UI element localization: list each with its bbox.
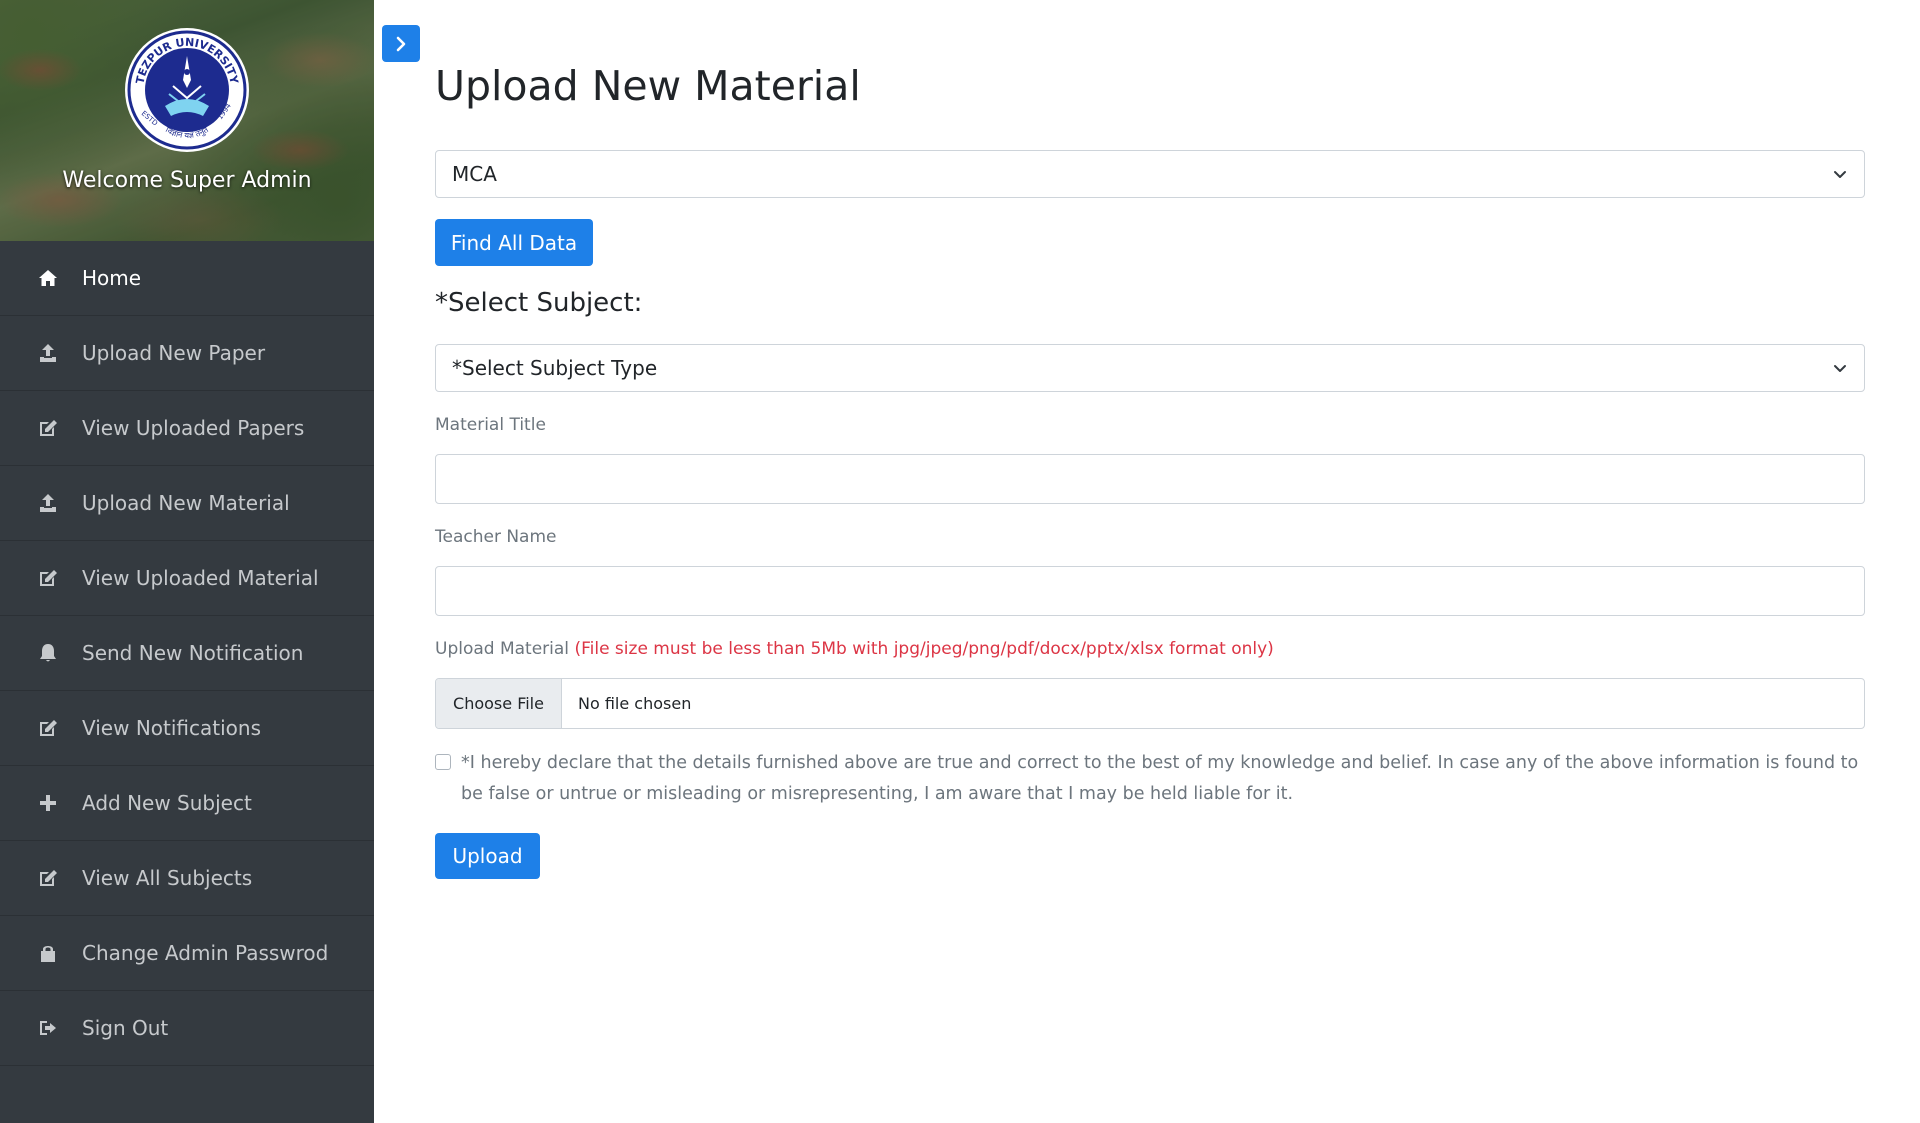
file-size-warning: (File size must be less than 5Mb with jp… (574, 639, 1274, 659)
upload-material-label-text: Upload Material (435, 639, 570, 659)
choose-file-button[interactable]: Choose File (436, 679, 562, 728)
sidebar-header: TEZPUR UNIVERSITY विज्ञान यज्ञं तनुते ES… (0, 0, 374, 241)
chevron-down-icon (1834, 365, 1846, 372)
sidebar-item-upload-new-material[interactable]: Upload New Material (0, 466, 374, 541)
sidebar-item-upload-new-paper[interactable]: Upload New Paper (0, 316, 374, 391)
subject-type-select[interactable]: *Select Subject Type (435, 344, 1865, 392)
sidebar-toggle-button[interactable] (382, 25, 420, 62)
upload-icon (37, 342, 59, 364)
edit-icon (37, 567, 59, 589)
course-select[interactable]: MCA (435, 150, 1865, 198)
sidebar-item-label: Upload New Paper (82, 341, 266, 365)
sidebar-item-add-new-subject[interactable]: Add New Subject (0, 766, 374, 841)
select-subject-heading: *Select Subject: (435, 288, 643, 318)
declaration-checkbox[interactable] (435, 754, 451, 770)
sidebar-item-label: Upload New Material (82, 491, 290, 515)
sidebar-item-label: View All Subjects (82, 866, 253, 890)
edit-icon (37, 417, 59, 439)
page-title: Upload New Material (435, 62, 861, 110)
subject-type-select-value: *Select Subject Type (452, 356, 658, 380)
sidebar-item-view-uploaded-papers[interactable]: View Uploaded Papers (0, 391, 374, 466)
welcome-message: Welcome Super Admin (62, 168, 312, 193)
find-all-data-button[interactable]: Find All Data (435, 219, 593, 266)
bell-icon (37, 642, 59, 664)
upload-button[interactable]: Upload (435, 833, 540, 879)
chevron-down-icon (1834, 171, 1846, 178)
upload-icon (37, 492, 59, 514)
sidebar-item-label: Sign Out (82, 1016, 169, 1040)
sidebar-item-change-admin-password[interactable]: Change Admin Passwrod (0, 916, 374, 991)
teacher-name-input[interactable] (435, 566, 1865, 616)
plus-icon (37, 792, 59, 814)
course-select-value: MCA (452, 162, 497, 186)
sidebar-item-label: Add New Subject (82, 791, 252, 815)
upload-material-label: Upload Material (File size must be less … (435, 639, 1274, 659)
sign-out-icon (37, 1017, 59, 1039)
sidebar-item-label: Send New Notification (82, 641, 304, 665)
sidebar: TEZPUR UNIVERSITY विज्ञान यज्ञं तनुते ES… (0, 0, 374, 1123)
sidebar-item-sign-out[interactable]: Sign Out (0, 991, 374, 1066)
declaration-text: *I hereby declare that the details furni… (461, 753, 1859, 804)
chevron-right-icon (396, 36, 406, 51)
sidebar-item-label: Change Admin Passwrod (82, 941, 329, 965)
sidebar-item-send-new-notification[interactable]: Send New Notification (0, 616, 374, 691)
sidebar-item-label: Home (82, 266, 142, 290)
lock-icon (37, 942, 59, 964)
sidebar-item-view-uploaded-material[interactable]: View Uploaded Material (0, 541, 374, 616)
sidebar-item-label: View Notifications (82, 716, 261, 740)
material-title-input[interactable] (435, 454, 1865, 504)
sidebar-item-view-all-subjects[interactable]: View All Subjects (0, 841, 374, 916)
file-input: Choose File No file chosen (435, 678, 1865, 729)
edit-icon (37, 717, 59, 739)
sidebar-nav: Home Upload New Paper View Uploaded Pape… (0, 241, 374, 1066)
file-status-text: No file chosen (578, 694, 692, 713)
sidebar-item-home[interactable]: Home (0, 241, 374, 316)
teacher-name-label: Teacher Name (435, 527, 557, 547)
sidebar-item-label: View Uploaded Material (82, 566, 319, 590)
sidebar-item-label: View Uploaded Papers (82, 416, 305, 440)
material-title-label: Material Title (435, 415, 546, 435)
edit-icon (37, 867, 59, 889)
home-icon (37, 267, 59, 289)
sidebar-item-view-notifications[interactable]: View Notifications (0, 691, 374, 766)
tezpur-university-logo: TEZPUR UNIVERSITY विज्ञान यज्ञं तनुते ES… (125, 28, 249, 152)
